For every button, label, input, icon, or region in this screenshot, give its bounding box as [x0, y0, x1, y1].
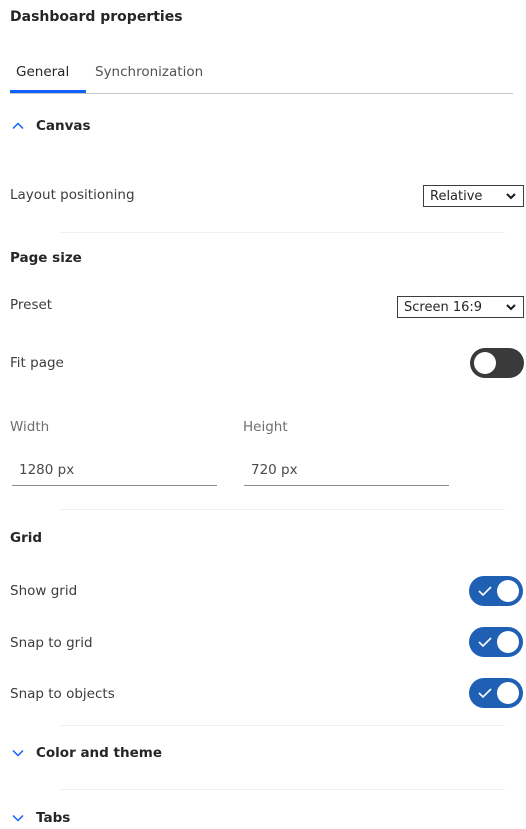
layout-positioning-select[interactable]: Relative	[423, 185, 524, 207]
layout-positioning-value: Relative	[430, 188, 483, 204]
width-field	[12, 454, 217, 486]
chevron-down-icon	[506, 304, 516, 311]
snap-to-grid-toggle[interactable]	[469, 627, 523, 657]
divider	[60, 725, 505, 726]
canvas-section-label: Canvas	[36, 118, 91, 134]
fit-page-label: Fit page	[10, 355, 64, 371]
tabs-section-label: Tabs	[36, 810, 71, 826]
dashboard-properties-panel: Dashboard properties General Synchroniza…	[0, 0, 526, 829]
chevron-down-icon	[12, 814, 24, 822]
page-size-heading: Page size	[10, 250, 82, 266]
toggle-knob	[497, 631, 519, 653]
snap-to-grid-label: Snap to grid	[10, 635, 93, 651]
height-input[interactable]	[244, 454, 449, 485]
color-and-theme-section-label: Color and theme	[36, 745, 162, 761]
show-grid-toggle[interactable]	[469, 576, 523, 606]
active-tab-indicator	[10, 90, 86, 93]
layout-positioning-label: Layout positioning	[10, 187, 135, 203]
chevron-down-icon	[12, 749, 24, 757]
grid-heading: Grid	[10, 530, 43, 546]
checkmark-icon	[478, 688, 492, 699]
preset-value: Screen 16:9	[404, 299, 483, 315]
checkmark-icon	[478, 637, 492, 648]
panel-title: Dashboard properties	[10, 9, 183, 25]
snap-to-objects-toggle[interactable]	[469, 678, 523, 708]
snap-to-objects-label: Snap to objects	[10, 686, 115, 702]
toggle-knob	[497, 682, 519, 704]
toggle-knob	[474, 352, 496, 374]
fit-page-toggle[interactable]	[470, 348, 524, 378]
checkmark-icon	[478, 586, 492, 597]
preset-select[interactable]: Screen 16:9	[397, 296, 524, 318]
height-field	[244, 454, 449, 486]
divider	[60, 509, 505, 510]
show-grid-label: Show grid	[10, 583, 78, 599]
tabs-section-toggle[interactable]: Tabs	[10, 810, 70, 826]
color-and-theme-section-toggle[interactable]: Color and theme	[10, 745, 162, 761]
divider	[60, 232, 505, 233]
canvas-section-toggle[interactable]: Canvas	[10, 118, 91, 134]
preset-label: Preset	[10, 297, 53, 313]
tab-bar: General Synchronization	[10, 60, 513, 94]
divider	[60, 789, 505, 790]
width-label: Width	[10, 419, 50, 435]
tab-general[interactable]: General	[16, 64, 69, 80]
toggle-knob	[497, 580, 519, 602]
tab-synchronization[interactable]: Synchronization	[95, 64, 203, 80]
chevron-up-icon	[12, 122, 24, 130]
width-input[interactable]	[12, 454, 217, 485]
chevron-down-icon	[506, 193, 516, 200]
height-label: Height	[243, 419, 288, 435]
